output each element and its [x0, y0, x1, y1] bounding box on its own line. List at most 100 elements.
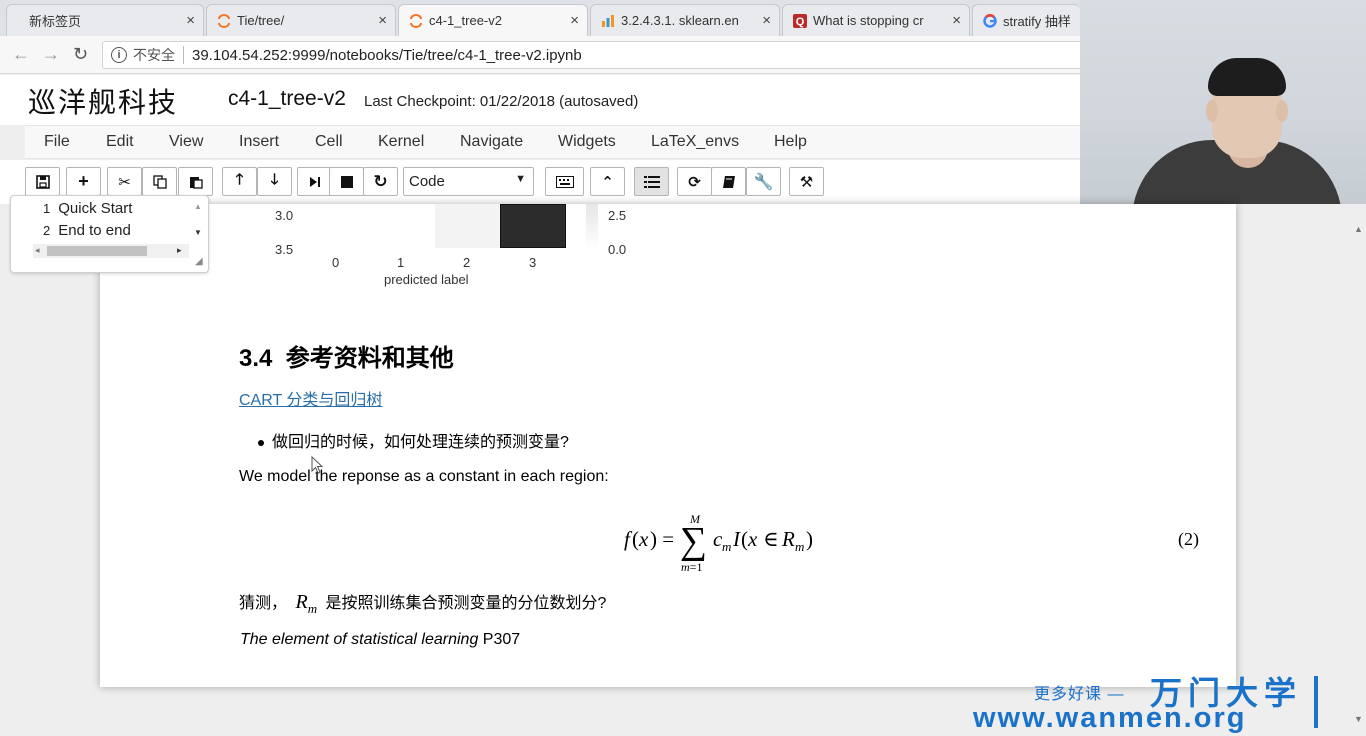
bullet-icon: [258, 439, 264, 446]
site-logo[interactable]: 巡洋舰科技: [28, 81, 178, 121]
tab-close-icon[interactable]: ×: [762, 12, 771, 29]
svg-text:x: x: [638, 527, 649, 551]
tab-label: 新标签页: [29, 14, 82, 29]
tab-close-icon[interactable]: ×: [186, 12, 195, 29]
bar-chart-icon: [602, 15, 614, 27]
scroll-left-icon[interactable]: ◂: [35, 245, 40, 256]
scroll-up-icon[interactable]: ▲: [194, 202, 202, 211]
menu-insert[interactable]: Insert: [239, 133, 279, 151]
x-tick-label: 2: [463, 255, 471, 270]
tab-close-icon[interactable]: ×: [952, 12, 961, 29]
svg-text:m: m: [722, 539, 731, 554]
menu-latex-envs[interactable]: LaTeX_envs: [651, 133, 739, 151]
menu-navigate[interactable]: Navigate: [460, 133, 523, 151]
jupyter-icon: [218, 14, 230, 28]
tab-google[interactable]: stratify 抽样: [972, 4, 1080, 36]
refresh-latex-button[interactable]: ⟳: [677, 167, 712, 196]
toc-scroll-thumb[interactable]: [47, 246, 147, 256]
book-icon: [722, 175, 735, 188]
cut-cell-button[interactable]: ✂: [107, 167, 142, 196]
cart-reference-link[interactable]: CART 分类与回归树: [239, 386, 382, 410]
reload-icon[interactable]: ↻: [73, 44, 88, 65]
latex-config-button[interactable]: 🔧: [746, 167, 781, 196]
refresh-icon: ↻: [373, 171, 388, 191]
paragraph-prefix: 猜测，: [239, 595, 288, 612]
stop-icon: [340, 175, 353, 188]
toc-item-end-to-end[interactable]: 2 End to end: [43, 222, 131, 239]
menu-bar: File Edit View Insert Cell Kernel Naviga…: [25, 125, 1080, 159]
paste-cell-button[interactable]: [178, 167, 213, 196]
insecure-label: 不安全: [133, 47, 175, 63]
checkpoint-status: Last Checkpoint: 01/22/2018 (autosaved): [364, 93, 639, 110]
url-input[interactable]: i 不安全 39.104.54.252:9999/notebooks/Tie/t…: [102, 41, 1080, 69]
paste-icon: [189, 176, 203, 189]
command-palette-button[interactable]: [545, 167, 584, 196]
svg-text:Q: Q: [796, 16, 805, 28]
svg-text:∈: ∈: [763, 527, 779, 551]
url-text: 39.104.54.252:9999/notebooks/Tie/tree/c4…: [192, 46, 582, 64]
tab-label: c4-1_tree-v2: [429, 13, 502, 28]
arrow-up-icon: 🡑: [235, 171, 244, 188]
toc-vertical-scrollbar[interactable]: ▲ ▼: [192, 200, 206, 244]
watermark-tagline: 更多好课 —: [1034, 686, 1125, 703]
toc-item-quick-start[interactable]: 1 Quick Start: [43, 200, 132, 217]
x-tick-label: 1: [397, 255, 405, 270]
gavel-icon: ⚒: [799, 173, 814, 191]
menu-widgets[interactable]: Widgets: [558, 133, 616, 151]
menu-view[interactable]: View: [169, 133, 203, 151]
paragraph-reference: The element of statistical learning P307: [240, 631, 520, 649]
tab-close-icon[interactable]: ×: [570, 12, 579, 29]
presenter-ear: [1276, 100, 1288, 122]
page-scrollbar[interactable]: ▲ ▼: [1352, 214, 1364, 734]
toc-horizontal-scrollbar[interactable]: ◂ ▸: [33, 244, 189, 258]
menu-kernel[interactable]: Kernel: [378, 133, 424, 151]
colorbar-tick-label: 0.0: [608, 242, 627, 257]
save-button[interactable]: [25, 167, 60, 196]
tab-c4-1-tree-v2[interactable]: c4-1_tree-v2 ×: [398, 4, 588, 36]
tab-new-tab[interactable]: 新标签页 ×: [6, 4, 204, 36]
colorbar: [586, 204, 598, 248]
tab-quora[interactable]: Q What is stopping cr ×: [782, 4, 970, 36]
insert-cell-button[interactable]: +: [66, 167, 101, 196]
list-item-text: 做回归的时候，如何处理连续的预测变量?: [272, 434, 569, 451]
move-up-button[interactable]: 🡑: [222, 167, 257, 196]
x-tick-label: 3: [529, 255, 537, 270]
latex-book-button[interactable]: [711, 167, 746, 196]
info-icon[interactable]: i: [111, 47, 127, 63]
menu-file[interactable]: File: [44, 133, 70, 151]
tab-close-icon[interactable]: ×: [378, 12, 387, 29]
run-cell-button[interactable]: [297, 167, 332, 196]
collapse-toc-button[interactable]: ⌃: [590, 167, 625, 196]
arrow-down-icon: 🡓: [270, 171, 279, 188]
interrupt-kernel-button[interactable]: [329, 167, 364, 196]
mouse-cursor-icon: [311, 456, 323, 474]
scroll-up-icon[interactable]: ▲: [1354, 224, 1363, 234]
notebook-title[interactable]: c4-1_tree-v2: [228, 87, 346, 111]
presenter-hair: [1208, 58, 1286, 96]
copy-icon: [152, 174, 167, 189]
menu-help[interactable]: Help: [774, 133, 807, 151]
toc-label: Quick Start: [58, 200, 133, 217]
tab-sklearn[interactable]: 3.2.4.3.1. sklearn.en ×: [590, 4, 780, 36]
restart-kernel-button[interactable]: ↻: [363, 167, 398, 196]
scroll-right-icon[interactable]: ▸: [177, 245, 182, 256]
keyboard-icon: [555, 175, 574, 188]
forward-arrow-icon[interactable]: →: [42, 44, 60, 65]
heatmap-cell: [500, 204, 566, 248]
back-arrow-icon[interactable]: ←: [12, 44, 30, 65]
latex-build-button[interactable]: ⚒: [789, 167, 824, 196]
address-bar: ← → ↻ i 不安全 39.104.54.252:9999/notebooks…: [0, 36, 1080, 74]
scroll-down-icon[interactable]: ▼: [1354, 714, 1363, 724]
section-title: 参考资料和其他: [285, 345, 454, 372]
move-down-button[interactable]: 🡓: [257, 167, 292, 196]
resize-handle-icon[interactable]: ◢: [195, 256, 203, 267]
menu-cell[interactable]: Cell: [315, 133, 343, 151]
quora-icon: Q: [793, 14, 807, 28]
toc-toggle-button[interactable]: [634, 167, 669, 196]
copy-cell-button[interactable]: [142, 167, 177, 196]
cell-type-select[interactable]: Code ▼: [403, 167, 534, 196]
menu-edit[interactable]: Edit: [106, 133, 134, 151]
tab-tie-tree[interactable]: Tie/tree/ ×: [206, 4, 396, 36]
tab-label: What is stopping cr: [813, 13, 924, 28]
scroll-down-icon[interactable]: ▼: [194, 228, 202, 237]
